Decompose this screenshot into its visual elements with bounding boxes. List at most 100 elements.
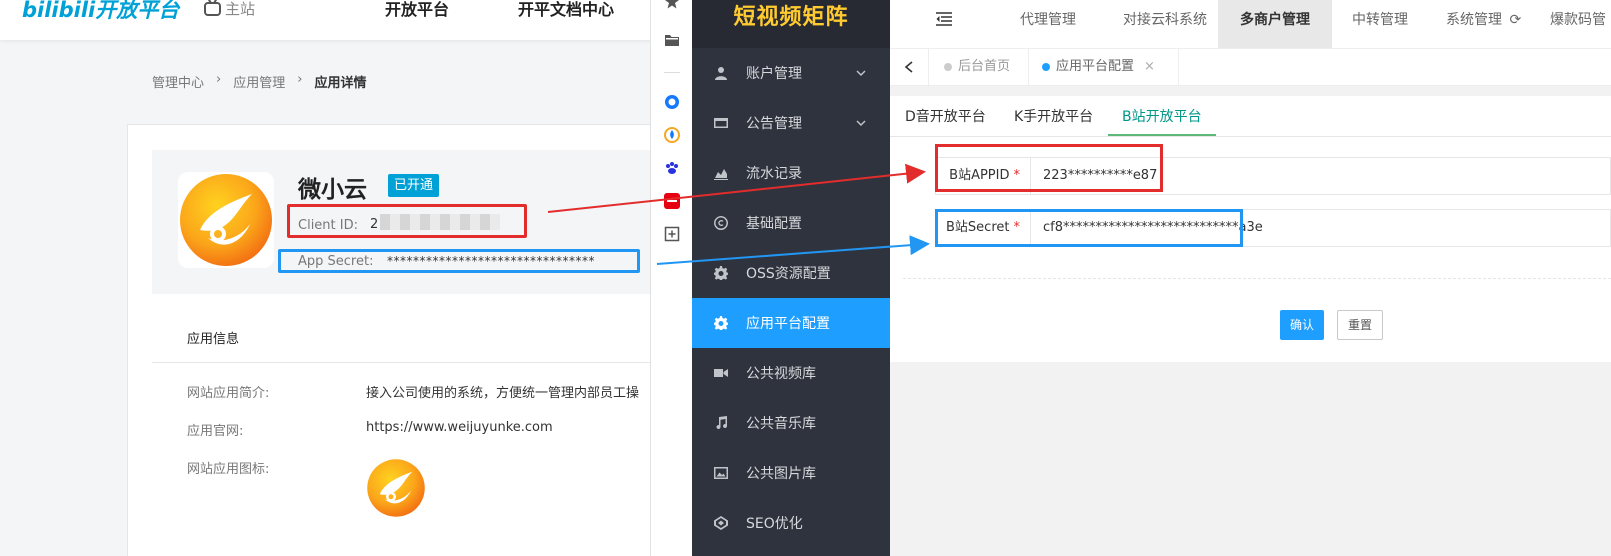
sidebar-item-label: 应用平台配置 bbox=[746, 316, 830, 332]
close-icon[interactable]: × bbox=[1144, 48, 1155, 86]
browser-side-strip bbox=[650, 0, 692, 556]
sidebar-item-label: 公告管理 bbox=[746, 116, 802, 132]
tab-label: 后台首页 bbox=[958, 59, 1011, 74]
topnav-system[interactable]: 系统管理 ⟳ bbox=[1446, 0, 1521, 48]
add-box-icon[interactable] bbox=[664, 226, 680, 242]
site-icon bbox=[366, 458, 426, 518]
status-dot bbox=[944, 63, 952, 71]
folder-icon[interactable] bbox=[664, 32, 680, 48]
sidebar-item-image-library[interactable]: 公共图片库 bbox=[692, 448, 890, 498]
sidebar-item-app-platform-config[interactable]: 应用平台配置 bbox=[692, 298, 890, 348]
divider bbox=[1178, 48, 1179, 86]
highlight-box-appid bbox=[935, 144, 1163, 192]
tab-home[interactable]: 后台首页 bbox=[944, 48, 1010, 86]
menu-fold-icon[interactable] bbox=[936, 12, 952, 26]
sidebar-item-account[interactable]: 账户管理 bbox=[692, 48, 890, 98]
video-icon bbox=[714, 369, 728, 377]
app-logo bbox=[178, 172, 274, 268]
topnav-transfer[interactable]: 中转管理 bbox=[1340, 0, 1420, 48]
admin-brand: 短视频矩阵 bbox=[692, 0, 890, 48]
tabs-scroll-left[interactable] bbox=[898, 48, 920, 86]
topnav-hot-code[interactable]: 爆款码管 bbox=[1550, 0, 1606, 48]
colorful-drop-icon[interactable] bbox=[664, 127, 680, 143]
chevron-down-icon bbox=[856, 120, 866, 127]
info-value-intro: 接入公司使用的系统，方便统一管理内部员工操 bbox=[366, 386, 640, 401]
sidebar-item-label: 公共音乐库 bbox=[746, 416, 816, 432]
codepen-icon bbox=[714, 516, 728, 530]
sidebar-item-seo[interactable]: SEO优化 bbox=[692, 498, 890, 548]
weixiaoyun-logo-icon bbox=[180, 174, 272, 266]
weixiaoyun-logo-icon bbox=[367, 459, 425, 517]
gear-icon bbox=[714, 316, 728, 330]
refresh-icon: ⟳ bbox=[1509, 12, 1522, 28]
app-info-title: 应用信息 bbox=[187, 332, 240, 347]
chevron-left-icon bbox=[904, 61, 913, 73]
highlight-box-app-secret bbox=[278, 249, 640, 273]
bili-logo[interactable]: bilibili开放平台 bbox=[22, 0, 179, 24]
topnav-agent[interactable]: 代理管理 bbox=[1008, 0, 1088, 48]
topnav-yunke-system[interactable]: 对接云科系统 bbox=[1100, 0, 1230, 48]
bili-home-link[interactable]: 主站 bbox=[204, 0, 255, 19]
chevron-right-icon: › bbox=[297, 72, 303, 87]
chevron-right-icon: › bbox=[216, 72, 222, 87]
sidebar-item-label: 流水记录 bbox=[746, 166, 802, 182]
info-label-website: 应用官网: bbox=[187, 424, 244, 439]
status-dot bbox=[1042, 63, 1050, 71]
sidebar-item-label: OSS资源配置 bbox=[746, 266, 831, 282]
divider bbox=[928, 48, 929, 86]
paw-icon[interactable] bbox=[664, 160, 680, 176]
confirm-button[interactable]: 确认 bbox=[1280, 310, 1324, 340]
sidebar-item-label: SEO优化 bbox=[746, 516, 803, 532]
sidebar-item-label: 公共图片库 bbox=[746, 466, 816, 482]
breadcrumb-app-detail: 应用详情 bbox=[314, 76, 367, 91]
highlight-box-secret bbox=[935, 209, 1243, 247]
sidebar-item-basic-config[interactable]: 基础配置 bbox=[692, 198, 890, 248]
topnav-multi-merchant[interactable]: 多商户管理 bbox=[1218, 0, 1332, 48]
bili-nav-docs[interactable]: 开平文档中心 bbox=[518, 0, 614, 20]
bili-nav-open-platform[interactable]: 开放平台 bbox=[385, 0, 449, 20]
breadcrumb-manage-center[interactable]: 管理中心 bbox=[152, 72, 204, 91]
tab-label: 应用平台配置 bbox=[1056, 59, 1135, 74]
user-icon bbox=[715, 67, 727, 80]
sidebar-item-music-library[interactable]: 公共音乐库 bbox=[692, 398, 890, 448]
copyright-icon bbox=[714, 216, 728, 230]
platform-tab-bilibili[interactable]: B站开放平台 bbox=[1108, 98, 1216, 136]
info-label-intro: 网站应用简介: bbox=[187, 386, 270, 401]
sidebar-item-video-library[interactable]: 公共视频库 bbox=[692, 348, 890, 398]
platform-tab-kuaishou[interactable]: K手开放平台 bbox=[1014, 98, 1093, 136]
divider bbox=[1028, 48, 1029, 86]
music-icon bbox=[716, 416, 728, 430]
app-name: 微小云 bbox=[298, 177, 367, 203]
status-badge: 已开通 bbox=[388, 174, 440, 197]
sidebar-item-notice[interactable]: 公告管理 bbox=[692, 98, 890, 148]
info-value-website[interactable]: https://www.weijuyunke.com bbox=[366, 420, 553, 435]
divider bbox=[890, 136, 1611, 137]
divider bbox=[664, 72, 680, 73]
breadcrumb-app-manage[interactable]: 应用管理 bbox=[233, 72, 285, 91]
sidebar-item-oss-config[interactable]: OSS资源配置 bbox=[692, 248, 890, 298]
sidebar-item-label: 账户管理 bbox=[746, 66, 802, 82]
bili-home-label: 主站 bbox=[225, 0, 256, 18]
chart-icon bbox=[714, 169, 728, 180]
topnav-system-label: 系统管理 bbox=[1446, 12, 1502, 28]
sidebar-item-transactions[interactable]: 流水记录 bbox=[692, 148, 890, 198]
screenshot-stage: bilibili开放平台 主站 开放平台 开平文档中心 管理中心 › 应用管理 … bbox=[0, 0, 1611, 556]
card-icon bbox=[714, 118, 728, 128]
red-app-icon[interactable] bbox=[664, 193, 680, 209]
info-label-icon: 网站应用图标: bbox=[187, 462, 270, 477]
tv-icon bbox=[204, 1, 221, 16]
divider bbox=[152, 362, 672, 363]
tab-app-platform-config[interactable]: 应用平台配置 × bbox=[1042, 48, 1155, 86]
gear-icon bbox=[714, 266, 728, 280]
chevron-down-icon bbox=[856, 70, 866, 77]
sidebar-item-label: 基础配置 bbox=[746, 216, 802, 232]
reset-button[interactable]: 重置 bbox=[1337, 310, 1383, 340]
breadcrumb: 管理中心 › 应用管理 › 应用详情 bbox=[152, 72, 366, 91]
highlight-box-client-id bbox=[287, 204, 527, 238]
star-icon[interactable] bbox=[664, 0, 680, 10]
divider bbox=[903, 278, 1611, 279]
search-bubble-icon[interactable] bbox=[664, 94, 680, 110]
sidebar-item-label: 公共视频库 bbox=[746, 366, 816, 382]
platform-tab-douyin[interactable]: D音开放平台 bbox=[905, 98, 986, 136]
image-icon bbox=[714, 467, 728, 479]
